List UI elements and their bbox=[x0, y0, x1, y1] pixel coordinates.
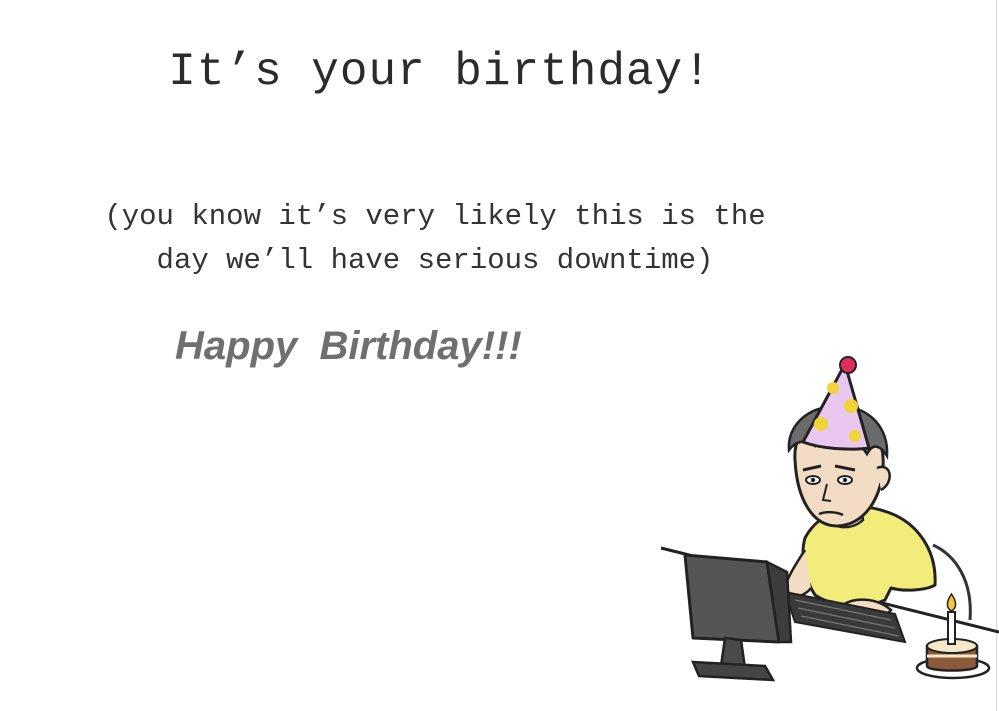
hat-dot bbox=[827, 382, 839, 394]
monitor bbox=[683, 553, 781, 644]
subtitle-line-2: day we’ll have serious downtime) bbox=[156, 244, 714, 277]
candle-flame bbox=[946, 592, 957, 612]
subtitle-line-1: (you know it’s very likely this is the bbox=[104, 200, 766, 233]
card-subtitle: (you know it’s very likely this is the d… bbox=[0, 195, 870, 283]
cake-candle bbox=[947, 611, 956, 645]
happy-birthday-greeting: Happy Birthday!!! bbox=[175, 324, 522, 368]
monitor-base bbox=[691, 660, 776, 682]
sysadmin-at-computer-with-party-hat-icon bbox=[660, 356, 999, 682]
hat-pompom bbox=[839, 356, 857, 374]
card-title: It’s your birthday! bbox=[168, 46, 712, 98]
birthday-card: It’s your birthday! (you know it’s very … bbox=[0, 0, 999, 711]
